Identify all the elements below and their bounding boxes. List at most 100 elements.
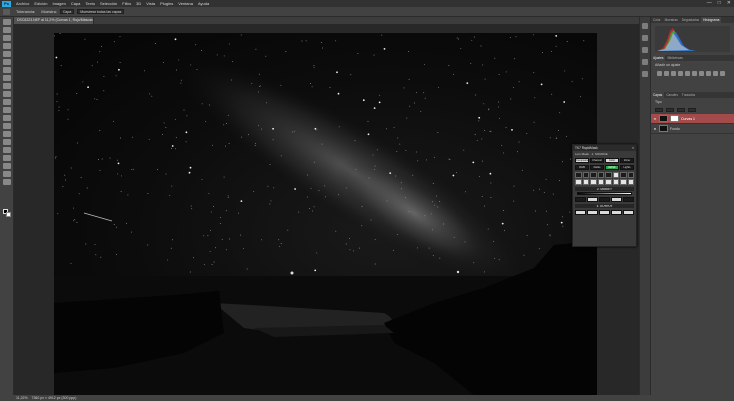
eye-icon[interactable]: ●	[651, 126, 659, 131]
tk-modify-button[interactable]	[611, 197, 622, 202]
menu-item-edicion[interactable]: Edición	[34, 1, 47, 6]
blend-mode-select[interactable]	[655, 108, 663, 112]
history-panel-icon[interactable]	[642, 23, 648, 29]
tk-modify-button[interactable]	[599, 197, 610, 202]
color-swatches[interactable]	[3, 209, 11, 217]
tab-paths[interactable]: Trazados	[680, 92, 697, 98]
marquee-tool-icon[interactable]	[2, 27, 11, 33]
tk-zone-cell[interactable]	[605, 172, 612, 178]
fill-field[interactable]	[688, 108, 696, 112]
tk-zone-button[interactable]: Zone	[620, 158, 634, 163]
properties-panel-icon[interactable]	[642, 35, 648, 41]
minimize-button[interactable]: —	[707, 0, 712, 7]
eyedropper-tool-icon[interactable]	[2, 67, 11, 73]
layer-mask-thumbnail[interactable]	[670, 115, 679, 122]
menu-item-3d[interactable]: 3D	[136, 1, 141, 6]
exposure-icon[interactable]	[678, 71, 683, 76]
tk-rapidmask-panel[interactable]: TK7 RapidMask × Lum Mask · 1. SOURCE Com…	[572, 144, 637, 247]
tk-output-button[interactable]	[587, 210, 598, 215]
tab-color[interactable]: Color	[651, 17, 663, 23]
maximize-button[interactable]: □	[718, 0, 721, 7]
channel-mixer-icon[interactable]	[720, 71, 725, 76]
stamp-tool-icon[interactable]	[2, 91, 11, 97]
tk-modify-button[interactable]	[587, 197, 598, 202]
tk-composite-button[interactable]: Composite	[575, 158, 589, 163]
tk-zone-cell[interactable]	[605, 179, 612, 185]
photo-filter-icon[interactable]	[713, 71, 718, 76]
quick-select-tool-icon[interactable]	[2, 43, 11, 49]
menu-item-texto[interactable]: Texto	[85, 1, 95, 6]
menu-item-ayuda[interactable]: Ayuda	[198, 1, 209, 6]
tk-output-button[interactable]	[575, 210, 586, 215]
menu-item-seleccion[interactable]: Selección	[100, 1, 117, 6]
paragraph-panel-icon[interactable]	[642, 47, 648, 53]
menu-item-imagen[interactable]: Imagen	[52, 1, 65, 6]
pen-tool-icon[interactable]	[2, 139, 11, 145]
tab-adjustments[interactable]: Ajustes	[651, 55, 666, 61]
path-select-tool-icon[interactable]	[2, 155, 11, 161]
tk-zone-cell[interactable]	[620, 172, 627, 178]
frame-tool-icon[interactable]	[2, 59, 11, 65]
tk-rgb-button[interactable]: RGB	[575, 165, 589, 170]
zoom-tool-icon[interactable]	[2, 179, 11, 185]
tab-gradients[interactable]: Degradados	[680, 17, 701, 23]
layer-row-curvas[interactable]: ● Curvas 1	[651, 114, 734, 124]
levels-icon[interactable]	[664, 71, 669, 76]
tk-zone-cell[interactable]	[590, 172, 597, 178]
vibrance-icon[interactable]	[685, 71, 690, 76]
menu-item-archivo[interactable]: Archivo	[16, 1, 29, 6]
tk-zone-cell[interactable]	[627, 179, 634, 185]
menu-item-plugins[interactable]: Plugins	[160, 1, 173, 6]
close-button[interactable]: ✕	[727, 0, 731, 7]
tab-histogram[interactable]: Histograma	[701, 17, 722, 23]
zoom-level[interactable]: 11,22%	[16, 396, 28, 400]
history-brush-tool-icon[interactable]	[2, 99, 11, 105]
menu-item-vista[interactable]: Vista	[146, 1, 155, 6]
tk-zone-cell[interactable]	[620, 179, 627, 185]
tab-libraries[interactable]: Bibliotecas	[665, 55, 684, 61]
tk-zone-cell[interactable]	[575, 172, 582, 178]
sample-select[interactable]: Capa	[59, 9, 75, 14]
document-tab[interactable]: DSC6223.NEF al 11,2% (Curvas 1, Rojo/Más…	[14, 17, 94, 24]
brush-panel-icon[interactable]	[642, 71, 648, 77]
menu-item-filtro[interactable]: Filtro	[122, 1, 131, 6]
tk-modify-slider[interactable]	[577, 192, 632, 195]
tk-lights-button[interactable]: Lights	[620, 165, 634, 170]
lasso-tool-icon[interactable]	[2, 35, 11, 41]
gradient-tool-icon[interactable]	[2, 115, 11, 121]
opacity-field[interactable]	[666, 108, 674, 112]
black-white-icon[interactable]	[706, 71, 711, 76]
eye-icon[interactable]: ●	[651, 116, 659, 121]
layer-row-fondo[interactable]: ● Fondo	[651, 124, 734, 134]
tk-zone-cell[interactable]	[582, 179, 589, 185]
tk-zone-cell[interactable]	[612, 172, 619, 178]
tk-zone-cell[interactable]	[612, 179, 619, 185]
tk-zone-cell[interactable]	[627, 172, 634, 178]
tk-mask-button[interactable]: MASK	[605, 165, 619, 170]
tk-modify-button[interactable]	[575, 197, 586, 202]
hand-tool-icon[interactable]	[2, 171, 11, 177]
tk-darks-button[interactable]: Darks	[590, 165, 604, 170]
tk-output-button[interactable]	[623, 210, 634, 215]
tab-layers[interactable]: Capas	[651, 92, 665, 98]
curves-icon[interactable]	[671, 71, 676, 76]
lock-buttons[interactable]	[677, 108, 685, 112]
menu-item-ventana[interactable]: Ventana	[178, 1, 193, 6]
character-panel-icon[interactable]	[642, 59, 648, 65]
tk-color-button[interactable]: Color	[605, 158, 619, 163]
hue-saturation-icon[interactable]	[692, 71, 697, 76]
eraser-tool-icon[interactable]	[2, 107, 11, 113]
tk-zone-cell[interactable]	[582, 172, 589, 178]
type-tool-icon[interactable]	[2, 147, 11, 153]
menu-item-capa[interactable]: Capa	[71, 1, 81, 6]
night-sky-photo[interactable]	[54, 33, 597, 395]
tk-output-button[interactable]	[599, 210, 610, 215]
tk-modify-button[interactable]	[623, 197, 634, 202]
background-color-swatch[interactable]	[6, 212, 11, 217]
shape-tool-icon[interactable]	[2, 163, 11, 169]
brush-tool-icon[interactable]	[2, 83, 11, 89]
close-icon[interactable]: ×	[632, 145, 634, 151]
tk-zone-cell[interactable]	[597, 179, 604, 185]
brightness-icon[interactable]	[657, 71, 662, 76]
tk-channel-button[interactable]: Channel	[590, 158, 604, 163]
